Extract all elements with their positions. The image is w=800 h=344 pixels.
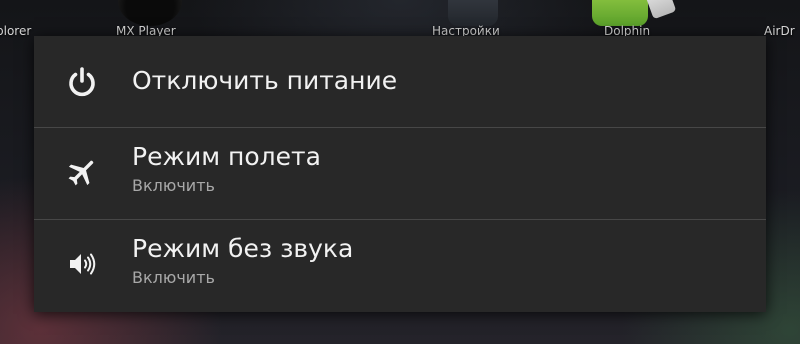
power-icon	[64, 64, 100, 100]
menu-item-status: Включить	[132, 176, 215, 195]
menu-item-power-off[interactable]: Отключить питание	[34, 36, 766, 127]
menu-item-title: Режим без звука	[132, 234, 354, 263]
app-label-explorer[interactable]: plorer	[0, 24, 31, 38]
menu-item-title: Режим полета	[132, 142, 321, 171]
volume-icon	[64, 246, 100, 282]
dolphin-app-icon[interactable]	[592, 0, 648, 26]
airplane-icon	[64, 154, 100, 190]
menu-item-airplane-mode[interactable]: Режим полета Включить	[34, 128, 766, 219]
menu-item-status: Включить	[132, 268, 215, 287]
settings-app-icon[interactable]	[448, 0, 498, 26]
power-options-dialog: Отключить питание Режим полета Включить …	[34, 36, 766, 312]
menu-item-title: Отключить питание	[132, 66, 398, 95]
menu-item-silent-mode[interactable]: Режим без звука Включить	[34, 220, 766, 312]
app-label-airdroid[interactable]: AirDr	[764, 24, 795, 38]
